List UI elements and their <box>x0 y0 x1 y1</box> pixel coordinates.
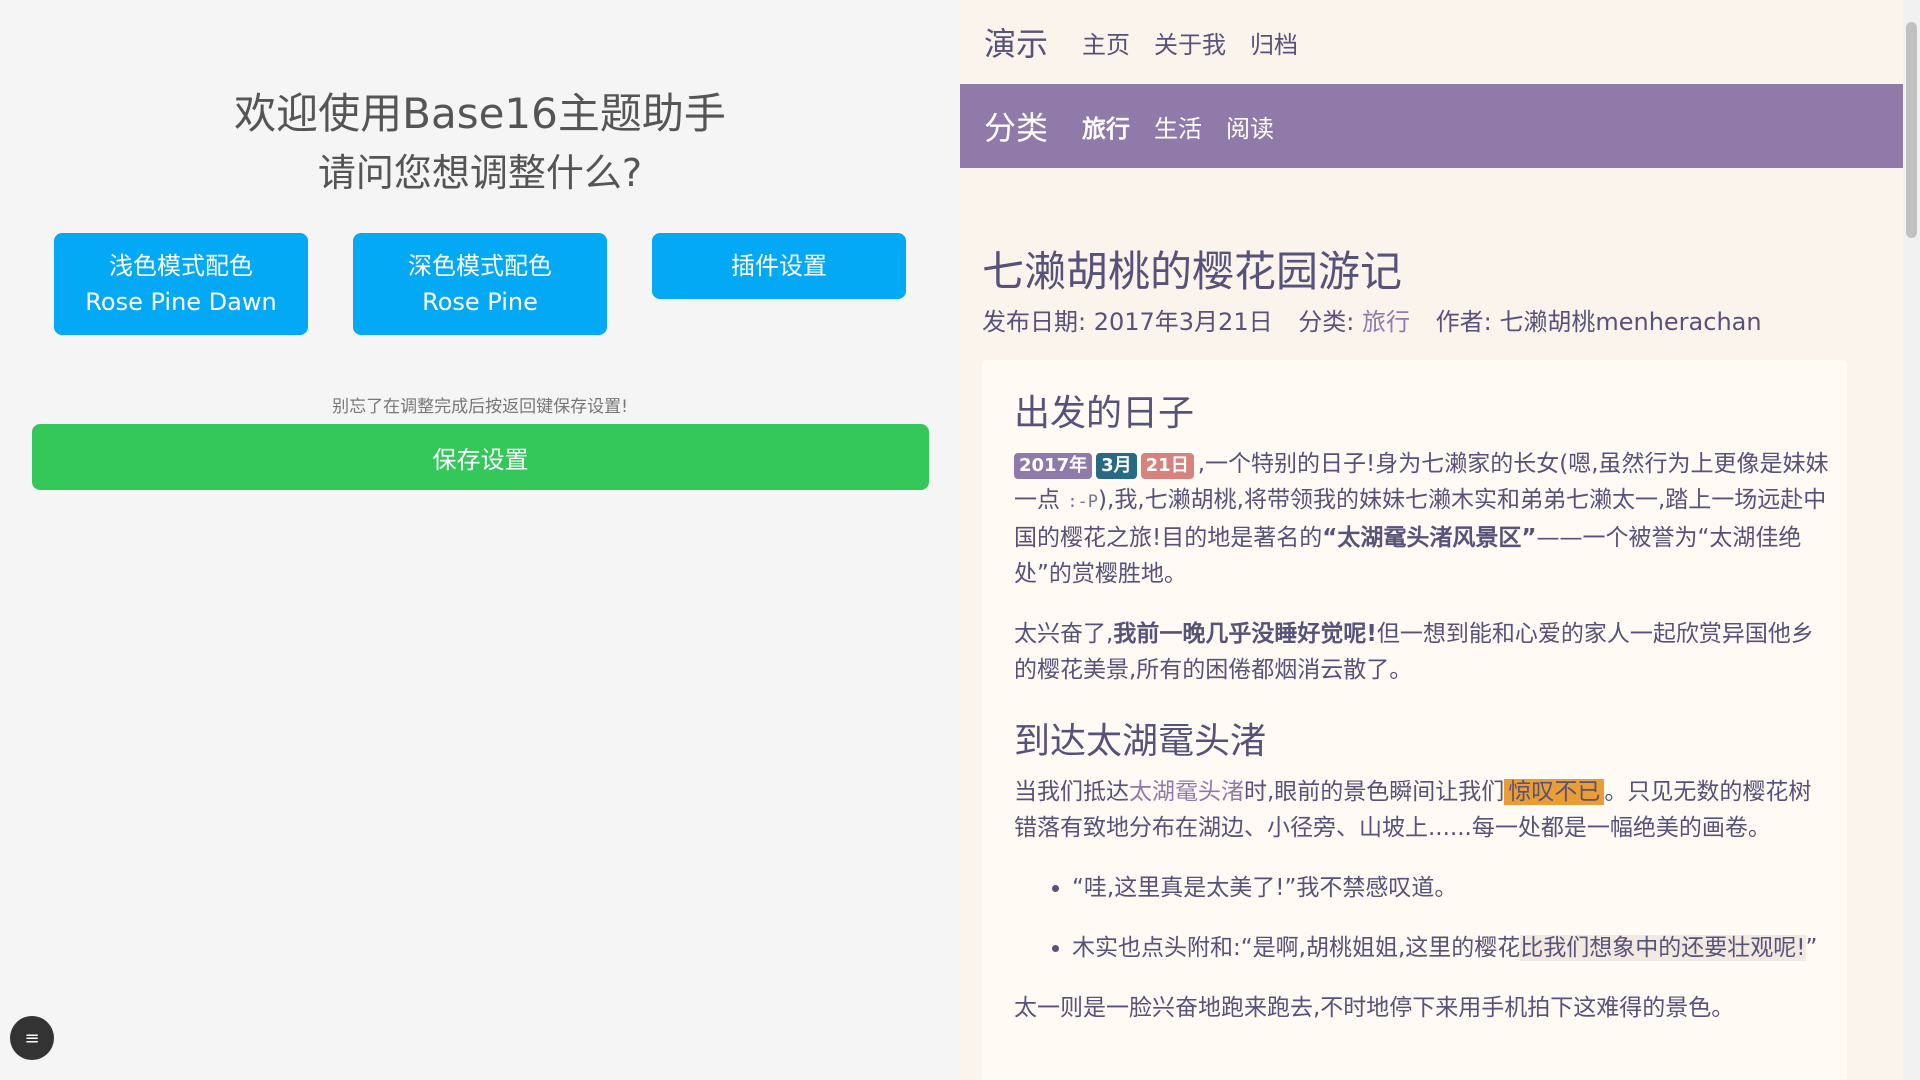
list-item: “哇,这里真是太美了!”我不禁感叹道。 <box>1072 870 1834 906</box>
category-link-travel[interactable]: 旅行 <box>1082 109 1130 144</box>
text-run: 当我们抵达 <box>1014 779 1129 805</box>
strong-text: “太湖鼋头渚风景区” <box>1322 525 1537 551</box>
nav-link-home[interactable]: 主页 <box>1082 25 1130 60</box>
save-settings-button[interactable]: 保存设置 <box>32 424 929 490</box>
nav-link-about[interactable]: 关于我 <box>1154 25 1226 60</box>
light-theme-name: Rose Pine Dawn <box>85 288 277 316</box>
category-link-life[interactable]: 生活 <box>1154 109 1202 144</box>
post-category-link[interactable]: 旅行 <box>1362 308 1410 336</box>
place-link[interactable]: 太湖鼋头渚 <box>1129 779 1244 805</box>
post-body-card: 出发的日子 2017年 3月 21日 ,一个特别的日子!身为七濑家的长女(嗯,虽然行为… <box>982 360 1847 1080</box>
menu-icon[interactable]: ≡ <box>10 1016 54 1060</box>
dark-mode-colors-button[interactable]: 深色模式配色 Rose Pine <box>353 233 607 335</box>
month-badge: 3月 <box>1096 453 1137 479</box>
paragraph-2: 太兴奋了,我前一晚几乎没睡好觉呢!但一想到能和心爱的家人一起欣赏异国他乡的樱花美… <box>1014 616 1834 688</box>
question-subtitle: 请问您想调整什么? <box>317 151 643 195</box>
strong-text: 我前一晚几乎没睡好觉呢! <box>1113 621 1377 647</box>
highlighted-text: 惊叹不已 <box>1504 779 1605 805</box>
welcome-title: 欢迎使用Base16主题助手 <box>234 89 726 138</box>
day-badge: 21日 <box>1140 453 1194 479</box>
scrollbar[interactable] <box>1903 0 1920 1080</box>
post-category-label: 分类: <box>1298 308 1355 336</box>
text-run: 太兴奋了, <box>1014 621 1114 647</box>
dark-theme-name: Rose Pine <box>422 288 538 316</box>
quote-list: “哇,这里真是太美了!”我不禁感叹道。 木实也点头附和:“是啊,胡桃姐姐,这里的… <box>1072 870 1834 966</box>
paragraph-4: 太一则是一脸兴奋地跑来跑去,不时地停下来用手机拍下这难得的景色。 <box>1014 995 1735 1021</box>
top-navigation: 演示 主页 关于我 归档 <box>960 0 1903 84</box>
post-title: 七濑胡桃的樱花园游记 <box>982 247 1403 296</box>
category-label: 分类 <box>984 109 1049 147</box>
post-meta: 发布日期: 2017年3月21日 分类: 旅行 作者: 七濑胡桃menherac… <box>982 302 1762 337</box>
light-mode-colors-button[interactable]: 浅色模式配色 Rose Pine Dawn <box>54 233 308 335</box>
post-date: 发布日期: 2017年3月21日 <box>982 308 1273 336</box>
section-title-departure: 出发的日子 <box>1014 393 1195 434</box>
section-title-arrival: 到达太湖鼋头渚 <box>1014 721 1267 762</box>
site-brand[interactable]: 演示 <box>984 19 1048 65</box>
text-run: 木实也点头附和:“是啊,胡桃姐姐,这里的樱花 <box>1072 935 1521 961</box>
paragraph-1: 2017年 3月 21日 ,一个特别的日子!身为七濑家的长女(嗯,虽然行为上更像是妹妹… <box>1014 446 1834 592</box>
blog-preview: 演示 主页 关于我 归档 分类 旅行 生活 阅读 七濑胡桃的樱花园游记 发布日期… <box>960 0 1920 1080</box>
dark-mode-label: 深色模式配色 <box>408 252 552 280</box>
plugin-settings-button[interactable]: 插件设置 <box>652 233 906 299</box>
nav-link-archive[interactable]: 归档 <box>1250 25 1298 60</box>
assistant-panel: 欢迎使用Base16主题助手 请问您想调整什么? 浅色模式配色 Rose Pin… <box>0 0 960 1080</box>
year-badge: 2017年 <box>1014 453 1093 479</box>
category-link-reading[interactable]: 阅读 <box>1226 109 1274 144</box>
list-item: 木实也点头附和:“是啊,胡桃姐姐,这里的樱花比我们想象中的还要壮观呢!” <box>1072 930 1834 966</box>
paragraph-3: 当我们抵达太湖鼋头渚时,眼前的景色瞬间让我们 惊叹不已 。只见无数的樱花树错落有致地… <box>1014 774 1834 846</box>
text-run: ” <box>1805 935 1818 961</box>
post-author: 作者: 七濑胡桃menherachan <box>1435 308 1762 336</box>
inline-code: :-P <box>1067 492 1099 512</box>
scrollbar-thumb[interactable] <box>1906 22 1917 238</box>
marked-text: 比我们想象中的还要壮观呢! <box>1520 935 1806 961</box>
category-navigation: 分类 旅行 生活 阅读 <box>960 84 1903 168</box>
save-reminder: 别忘了在调整完成后按返回键保存设置! <box>332 397 628 417</box>
light-mode-label: 浅色模式配色 <box>109 252 253 280</box>
text-run: 时,眼前的景色瞬间让我们 <box>1244 779 1505 805</box>
